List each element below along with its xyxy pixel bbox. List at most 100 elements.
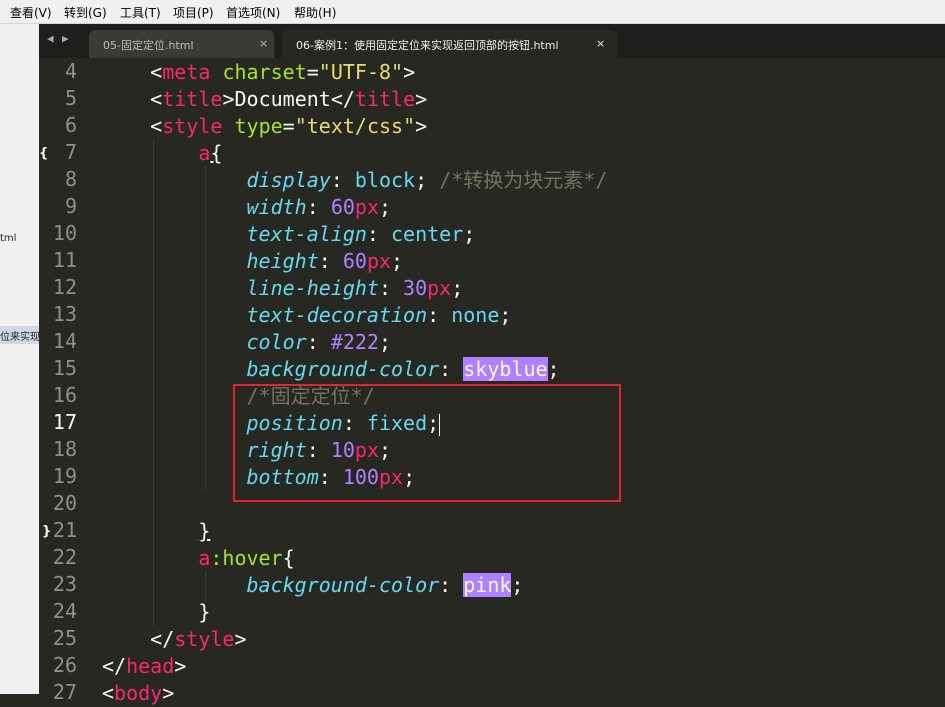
code-line-10: text-align: center; [246, 222, 476, 246]
line-number: 13 [52, 302, 77, 326]
attr-name: charset [222, 60, 307, 84]
close-icon[interactable]: × [259, 37, 268, 50]
code-line-5: <title>Document</title> [150, 87, 428, 111]
tab-fixed-position[interactable]: 05-固定定位.html × [89, 30, 274, 58]
line-number: 26 [52, 653, 77, 677]
line-number-current: 17 [52, 410, 77, 434]
tag-name: style [162, 114, 223, 138]
tag-name: style [174, 627, 235, 651]
line-number: 10 [52, 221, 77, 245]
code-line-26: </head> [102, 654, 187, 678]
attr-value: "UTF-8" [318, 60, 404, 84]
tag-name: title [162, 87, 223, 111]
css-value-highlighted: skyblue [463, 357, 548, 381]
css-property: width [246, 195, 307, 219]
css-property: background-color [246, 357, 440, 381]
code-line-15: background-color: skyblue; [246, 357, 560, 381]
line-number: 6 [64, 113, 77, 137]
line-number: 9 [64, 194, 77, 218]
code-line-25: </style> [150, 627, 247, 651]
tag-name: meta [162, 60, 211, 84]
code-line-11: height: 60px; [246, 249, 404, 273]
css-property: display [246, 168, 331, 192]
menu-help[interactable]: 帮助(H) [294, 4, 336, 21]
sidebar: tml 位来实现 [0, 24, 40, 694]
fold-open-icon[interactable]: { [39, 146, 48, 161]
css-number: 30 [403, 276, 428, 300]
tag-name: head [126, 654, 175, 678]
menu-bar: 查看(V) 转到(G) 工具(T) 项目(P) 首选项(N) 帮助(H) [0, 0, 945, 24]
line-number: 25 [52, 626, 77, 650]
css-unit: px [427, 276, 452, 300]
tab-back-icon[interactable]: ◀ [47, 32, 54, 45]
code-line-8: display: block; /*转换为块元素*/ [246, 168, 608, 192]
tag-name: body [114, 681, 163, 705]
line-number: 14 [52, 329, 77, 353]
css-value-highlighted: pink [463, 573, 512, 597]
css-property: text-decoration [246, 303, 428, 327]
line-number: 8 [64, 167, 77, 191]
attr-name: type [234, 114, 283, 138]
line-number: 27 [52, 680, 77, 704]
code-line-13: text-decoration: none; [246, 303, 512, 327]
line-number: 12 [52, 275, 77, 299]
sidebar-file-fragment[interactable]: tml [0, 233, 16, 244]
menu-preferences[interactable]: 首选项(N) [226, 4, 280, 21]
annotation-highlight-box [233, 384, 621, 502]
code-line-14: color: #222; [246, 330, 392, 354]
tab-label: 05-固定定位.html [103, 39, 194, 52]
css-pseudo: :hover [210, 546, 283, 570]
line-number-gutter: 4 5 6 7 8 9 10 11 12 13 14 15 16 17 18 1… [39, 58, 95, 704]
line-number: 16 [52, 383, 77, 407]
line-number: 15 [52, 356, 77, 380]
css-value: block [354, 168, 416, 192]
code-line-21: } [198, 519, 211, 543]
css-unit: px [366, 249, 392, 273]
menu-tools[interactable]: 工具(T) [120, 4, 161, 21]
css-property: line-height [246, 276, 379, 300]
line-number: 4 [64, 59, 77, 83]
css-comment: /*转换为块元素*/ [439, 168, 608, 192]
tab-label: 06-案例1：使用固定定位来实现返回顶部的按钮.html [296, 39, 559, 52]
code-line-9: width: 60px; [246, 195, 392, 219]
code-line-24: } [198, 600, 211, 624]
tab-forward-icon[interactable]: ▶ [62, 32, 69, 45]
css-property: text-align [246, 222, 367, 246]
line-number: 23 [52, 572, 77, 596]
line-number: 5 [64, 86, 77, 110]
line-number: 20 [52, 491, 77, 515]
css-color-value: #222 [330, 330, 379, 354]
tag-name: title [354, 87, 416, 111]
text-content: Document [234, 87, 331, 111]
css-unit: px [354, 195, 379, 219]
line-number: 22 [52, 545, 77, 569]
code-line-7: a{ [198, 141, 223, 165]
close-icon[interactable]: × [596, 37, 605, 50]
css-property: background-color [246, 573, 440, 597]
menu-goto[interactable]: 转到(G) [64, 4, 107, 21]
attr-value: "text/css" [294, 114, 416, 138]
sidebar-selected-fragment[interactable]: 位来实现 [0, 328, 39, 343]
code-line-12: line-height: 30px; [246, 276, 464, 300]
code-line-4: <meta charset="UTF-8"> [150, 60, 416, 84]
line-number: 11 [52, 248, 77, 272]
menu-project[interactable]: 项目(P) [173, 4, 214, 21]
code-line-23: background-color: pink; [246, 573, 524, 597]
css-selector: a [198, 141, 211, 165]
line-number: 24 [52, 599, 77, 623]
menu-view[interactable]: 查看(V) [10, 4, 52, 21]
css-selector: a [198, 546, 211, 570]
css-property: color [246, 330, 307, 354]
css-number: 60 [342, 249, 367, 273]
css-value: none [451, 303, 500, 327]
tab-back-to-top-case[interactable]: 06-案例1：使用固定定位来实现返回顶部的按钮.html × [282, 30, 617, 58]
tab-bar: ◀ ▶ 05-固定定位.html × 06-案例1：使用固定定位来实现返回顶部的… [39, 24, 945, 58]
css-value: center [391, 222, 464, 246]
code-line-6: <style type="text/css"> [150, 114, 428, 138]
line-number: 19 [52, 464, 77, 488]
fold-close-icon[interactable]: } [42, 524, 51, 539]
code-line-22: a:hover{ [198, 546, 295, 570]
css-property: height [246, 249, 319, 273]
css-number: 60 [330, 195, 355, 219]
line-number: 18 [52, 437, 77, 461]
